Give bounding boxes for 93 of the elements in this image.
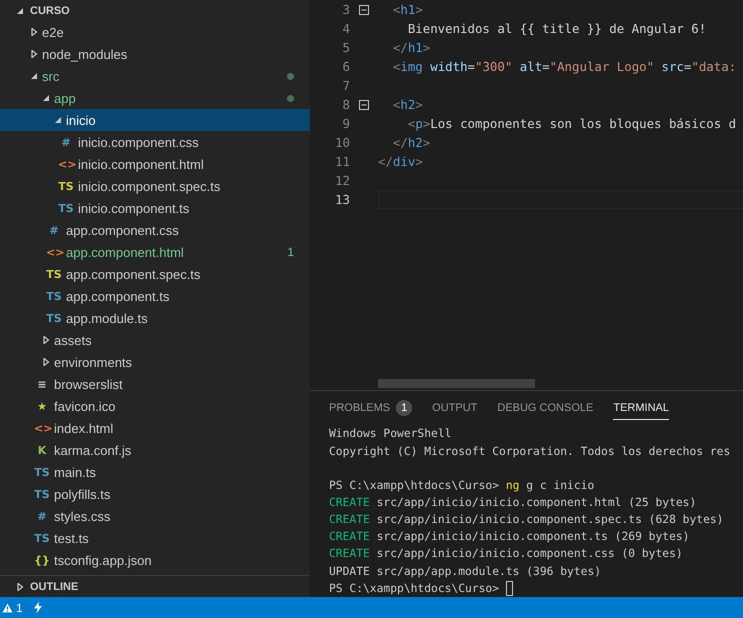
line-number: 9 <box>342 116 350 131</box>
terminal-cursor <box>506 580 513 596</box>
file-type-icon: TS <box>46 312 62 324</box>
lightning-bolt-icon[interactable] <box>32 601 43 614</box>
code-line: Bienvenidos al {{ title }} de Angular 6! <box>406 21 706 36</box>
explorer-section-header[interactable]: CURSO <box>0 0 310 21</box>
file-type-icon: ★ <box>34 400 50 412</box>
terminal-line: CREATE src/app/inicio/inicio.component.ts (269 bytes) <box>329 529 690 546</box>
line-number: 3 <box>342 2 350 17</box>
file-tree-item[interactable]: TS inicio.component.ts <box>0 197 310 219</box>
line-number: 13 <box>334 192 350 207</box>
collapsed-caret-icon[interactable] <box>42 336 50 344</box>
file-tree-item[interactable]: TS test.ts <box>0 527 310 549</box>
file-tree-item[interactable]: {} tsconfig.app.json <box>0 549 310 571</box>
file-tree-item[interactable]: TS app.module.ts <box>0 307 310 329</box>
file-tree-item[interactable]: <>app.component.html 1 <box>0 241 310 263</box>
panel-tab[interactable]: TERMINAL <box>613 398 669 420</box>
line-number: 12 <box>334 173 350 188</box>
file-tree-item[interactable]: <>index.html <box>0 417 310 439</box>
file-tree-item[interactable]: K karma.conf.js <box>0 439 310 461</box>
code-line: <p>Los componentes son los bloques básicos d <box>406 116 736 131</box>
panel-tab[interactable]: OUTPUT <box>432 398 478 420</box>
file-type-icon: <> <box>46 246 62 258</box>
terminal-line: Windows PowerShell <box>329 426 452 442</box>
expanded-caret-icon[interactable] <box>30 72 38 80</box>
line-number: 6 <box>342 59 350 74</box>
warning-count-button[interactable]: 1 <box>2 600 23 614</box>
file-tree-item[interactable]: ★ favicon.ico <box>0 395 310 417</box>
file-tree-item[interactable]: # inicio.component.css <box>0 131 310 153</box>
file-tree-item[interactable]: TS main.ts <box>0 461 310 483</box>
line-number: 8 <box>342 97 350 112</box>
code-line: <h2> <box>392 97 423 112</box>
line-number: 7 <box>342 78 350 93</box>
code-line: </h1> <box>392 40 430 55</box>
line-number: 11 <box>334 154 350 169</box>
line-number: 4 <box>342 21 350 36</box>
collapsed-caret-icon[interactable] <box>30 28 38 36</box>
expanded-caret-icon[interactable] <box>16 6 24 14</box>
expanded-caret-icon[interactable] <box>42 94 50 102</box>
code-line: </h2> <box>392 135 430 150</box>
folder-tree-item[interactable]: src <box>0 65 310 87</box>
folder-tree-item[interactable]: e2e <box>0 21 310 43</box>
file-type-icon: K <box>34 444 50 456</box>
file-type-icon: TS <box>34 488 50 500</box>
expanded-caret-icon[interactable] <box>54 116 62 124</box>
file-tree-item[interactable]: # app.component.css <box>0 219 310 241</box>
file-type-icon: # <box>58 136 74 148</box>
problem-count-badge: 1 <box>396 400 412 416</box>
file-tree-item[interactable]: TS polyfills.ts <box>0 483 310 505</box>
file-type-icon: TS <box>46 268 62 280</box>
file-type-icon: <> <box>58 158 74 170</box>
folder-tree-item[interactable]: app <box>0 87 310 109</box>
panel-tab[interactable]: DEBUG CONSOLE <box>497 398 594 420</box>
terminal-line: CREATE src/app/inicio/inicio.component.html (25 bytes) <box>329 494 696 511</box>
code-line: <img width="300" alt="Angular Logo" src="data: <box>392 59 736 74</box>
file-type-icon: <> <box>34 422 50 434</box>
file-type-icon: {} <box>34 554 50 566</box>
file-tree-item[interactable]: <>inicio.component.html <box>0 153 310 175</box>
collapsed-caret-icon[interactable] <box>16 582 24 590</box>
folder-tree-item[interactable]: environments <box>0 351 310 373</box>
file-type-icon: ≡ <box>34 378 50 390</box>
file-tree-item[interactable]: # styles.css <box>0 505 310 527</box>
file-type-icon: TS <box>46 290 62 302</box>
terminal-line: Copyright (C) Microsoft Corporation. Todos los derechos res <box>329 444 730 460</box>
terminal-line: PS C:\xampp\htdocs\Curso> <box>329 580 500 597</box>
terminal-line: PS C:\xampp\htdocs\Curso> ng g c inicio <box>329 478 594 494</box>
collapsed-caret-icon[interactable] <box>42 358 50 366</box>
file-tree-item[interactable]: ≡ browserslist <box>0 373 310 395</box>
file-tree-item[interactable]: TS app.component.spec.ts <box>0 263 310 285</box>
folder-tree-item[interactable]: assets <box>0 329 310 351</box>
terminal-line: UPDATE src/app/app.module.ts (396 bytes) <box>329 564 602 580</box>
horizontal-scrollbar-thumb[interactable] <box>378 379 535 388</box>
file-type-icon: TS <box>58 202 74 214</box>
fold-icon[interactable] <box>359 100 369 110</box>
file-type-icon: TS <box>34 532 50 544</box>
fold-icon[interactable] <box>359 4 369 14</box>
line-number: 10 <box>334 135 350 150</box>
file-type-icon: TS <box>58 180 74 192</box>
file-type-icon: # <box>46 224 62 236</box>
file-type-icon: TS <box>34 466 50 478</box>
terminal-line: CREATE src/app/inicio/inicio.component.css (0 bytes) <box>329 546 683 562</box>
folder-tree-item[interactable]: inicio <box>0 109 310 131</box>
line-number: 5 <box>342 40 350 55</box>
problem-count: 1 <box>287 245 294 259</box>
terminal-line: CREATE src/app/inicio/inicio.component.spec.ts (628 bytes) <box>329 512 724 528</box>
file-tree-item[interactable]: TS inicio.component.spec.ts <box>0 175 310 197</box>
folder-tree-item[interactable]: node_modules <box>0 43 310 65</box>
file-tree-item[interactable]: TS app.component.ts <box>0 285 310 307</box>
collapsed-caret-icon[interactable] <box>30 50 38 58</box>
code-line: <h1> <box>392 2 423 17</box>
code-line: </div> <box>378 154 423 169</box>
panel-tab[interactable]: PROBLEMS 1 <box>329 398 412 420</box>
file-type-icon: # <box>34 510 50 522</box>
